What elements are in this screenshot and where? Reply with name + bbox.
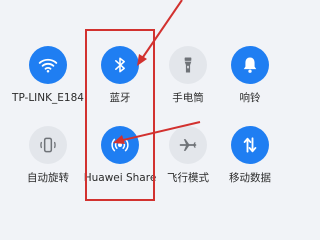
- airplane-icon: [179, 139, 197, 151]
- mobile-data-icon: [243, 137, 257, 153]
- ring-toggle[interactable]: [231, 46, 269, 84]
- tile-mobile-data[interactable]: 移动数据: [213, 126, 287, 198]
- huawei-share-toggle[interactable]: [101, 126, 139, 164]
- tile-label: 移动数据: [229, 172, 271, 184]
- flashlight-icon: [184, 57, 192, 73]
- tile-wifi[interactable]: TP-LINK_E184: [11, 46, 85, 118]
- flashlight-toggle[interactable]: [169, 46, 207, 84]
- tile-bluetooth[interactable]: 蓝牙: [83, 46, 157, 118]
- tile-auto-rotate[interactable]: 自动旋转: [11, 126, 85, 198]
- tile-ring[interactable]: 响铃: [213, 46, 287, 118]
- auto-rotate-icon: [40, 137, 56, 153]
- airplane-mode-toggle[interactable]: [169, 126, 207, 164]
- tile-label: 响铃: [239, 92, 261, 104]
- wifi-toggle[interactable]: [29, 46, 67, 84]
- tile-huawei-share[interactable]: Huawei Share: [83, 126, 157, 198]
- bell-icon: [243, 57, 257, 73]
- auto-rotate-toggle[interactable]: [29, 126, 67, 164]
- bluetooth-icon: [115, 57, 125, 73]
- huawei-share-icon: [111, 138, 129, 152]
- bluetooth-toggle[interactable]: [101, 46, 139, 84]
- quick-settings-panel: TP-LINK_E184 蓝牙 手电筒 响铃 自动旋转 Huawei Share…: [0, 0, 300, 200]
- wifi-icon: [38, 58, 58, 73]
- mobile-data-toggle[interactable]: [231, 126, 269, 164]
